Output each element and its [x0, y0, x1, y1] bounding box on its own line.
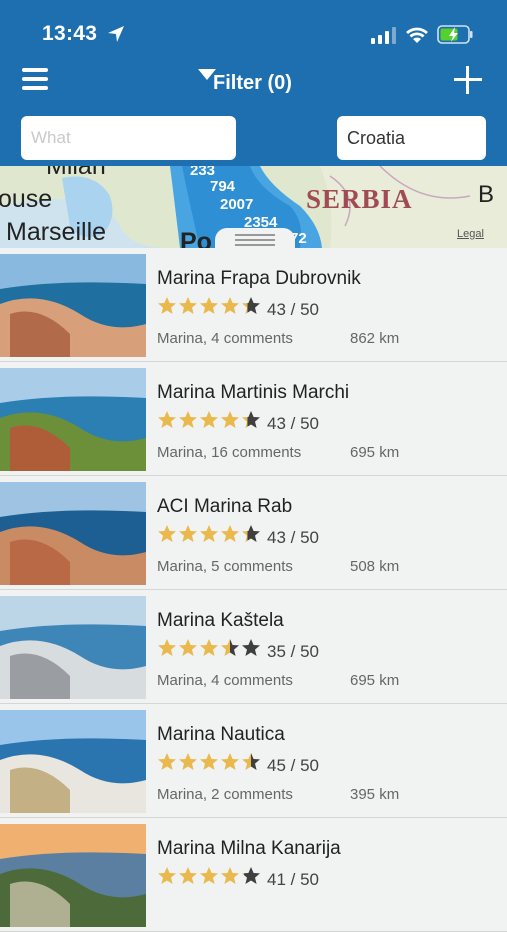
marina-distance: 862 km	[350, 330, 400, 347]
star-icon	[158, 639, 176, 656]
marina-list-item[interactable]: Marina Milna Kanarija 41 / 50	[0, 818, 507, 932]
marina-photo	[0, 254, 146, 357]
country-selector[interactable]: Croatia	[337, 116, 486, 160]
filter-label: Filter (0)	[213, 72, 292, 94]
cellular-signal-icon	[371, 27, 396, 44]
map-label-marseille: Marseille	[6, 218, 107, 246]
marina-meta: Marina, 5 comments	[157, 558, 293, 575]
star-icon	[158, 297, 176, 314]
rating-value: 43 / 50	[267, 528, 319, 547]
nav-bar: Filter (0)	[0, 62, 507, 102]
marina-photo	[0, 482, 146, 585]
rating-value: 43 / 50	[267, 300, 319, 319]
rating-value: 45 / 50	[267, 756, 319, 775]
star-icon	[179, 639, 197, 656]
star-icon	[158, 411, 176, 428]
star-icon	[158, 753, 176, 770]
marina-name: Marina Frapa Dubrovnik	[157, 268, 361, 289]
marina-list-item[interactable]: Marina Martinis Marchi 43 / 50 Marina, 1…	[0, 362, 507, 476]
rating-stars	[157, 524, 262, 546]
star-icon	[179, 411, 197, 428]
marina-meta: Marina, 2 comments	[157, 786, 293, 803]
star-icon	[179, 297, 197, 314]
star-icon	[179, 525, 197, 542]
rating-stars	[157, 296, 262, 318]
rating-value: 41 / 50	[267, 870, 319, 889]
star-icon	[158, 867, 176, 884]
rating-stars	[157, 410, 262, 432]
marina-distance: 695 km	[350, 444, 400, 461]
marina-name: Marina Nautica	[157, 724, 285, 745]
map-label-serbia: SERBIA	[306, 184, 413, 214]
battery-charging-icon	[437, 25, 473, 44]
filter-button[interactable]: Filter (0)	[198, 66, 292, 95]
star-icon	[221, 867, 239, 884]
menu-button[interactable]	[22, 68, 50, 94]
star-icon	[242, 411, 260, 428]
marina-list-item[interactable]: ACI Marina Rab 43 / 50 Marina, 5 comment…	[0, 476, 507, 590]
marina-meta: Marina, 4 comments	[157, 330, 293, 347]
map-label-po: Po	[180, 228, 212, 248]
star-icon	[200, 525, 218, 542]
star-icon	[200, 639, 218, 656]
star-icon	[179, 753, 197, 770]
rating-value: 35 / 50	[267, 642, 319, 661]
star-icon	[200, 867, 218, 884]
map-cluster[interactable]: 794	[210, 178, 235, 195]
hamburger-icon	[22, 68, 48, 72]
star-icon	[200, 753, 218, 770]
rating-stars	[157, 638, 262, 660]
star-icon	[158, 525, 176, 542]
marina-distance: 508 km	[350, 558, 400, 575]
marina-photo	[0, 824, 146, 927]
marina-photo	[0, 368, 146, 471]
wifi-icon	[406, 27, 428, 43]
marina-list: Marina Frapa Dubrovnik 43 / 50 Marina, 4…	[0, 248, 507, 932]
star-icon	[242, 753, 260, 770]
star-icon	[200, 297, 218, 314]
legal-link[interactable]: Legal	[457, 228, 484, 240]
location-arrow-icon	[108, 26, 124, 42]
map-label-toulouse: ouse	[0, 185, 53, 213]
status-time: 13:43	[42, 22, 98, 45]
map-cluster[interactable]: 2007	[220, 196, 253, 213]
rating-value: 43 / 50	[267, 414, 319, 433]
top-bar: 13:43 Filter (0) What Croatia	[0, 0, 507, 168]
marina-distance: 695 km	[350, 672, 400, 689]
map-label-b: B	[478, 181, 495, 208]
marina-name: Marina Milna Kanarija	[157, 838, 341, 859]
add-button[interactable]	[454, 66, 482, 94]
map-label-milan: Milan	[46, 166, 106, 180]
marina-name: Marina Martinis Marchi	[157, 382, 350, 403]
rating-stars	[157, 866, 262, 888]
marina-meta: Marina, 16 comments	[157, 444, 302, 461]
star-icon	[179, 867, 197, 884]
star-icon	[221, 411, 239, 428]
star-icon	[221, 639, 239, 656]
marina-meta: Marina, 4 comments	[157, 672, 293, 689]
star-icon	[221, 297, 239, 314]
marina-list-item[interactable]: Marina Frapa Dubrovnik 43 / 50 Marina, 4…	[0, 248, 507, 362]
marina-photo	[0, 596, 146, 699]
marina-list-item[interactable]: Marina Kaštela 35 / 50 Marina, 4 comment…	[0, 590, 507, 704]
star-icon	[242, 297, 260, 314]
marina-list-item[interactable]: Marina Nautica 45 / 50 Marina, 2 comment…	[0, 704, 507, 818]
status-bar: 13:43	[0, 0, 507, 66]
star-icon	[221, 525, 239, 542]
marina-name: ACI Marina Rab	[157, 496, 293, 517]
what-search-input[interactable]	[21, 116, 236, 160]
marina-distance: 395 km	[350, 786, 400, 803]
star-icon	[221, 753, 239, 770]
star-icon	[200, 411, 218, 428]
rating-stars	[157, 752, 262, 774]
marina-name: Marina Kaštela	[157, 610, 284, 631]
marina-photo	[0, 710, 146, 813]
star-icon	[242, 867, 260, 884]
star-icon	[242, 525, 260, 542]
star-icon	[242, 639, 260, 656]
